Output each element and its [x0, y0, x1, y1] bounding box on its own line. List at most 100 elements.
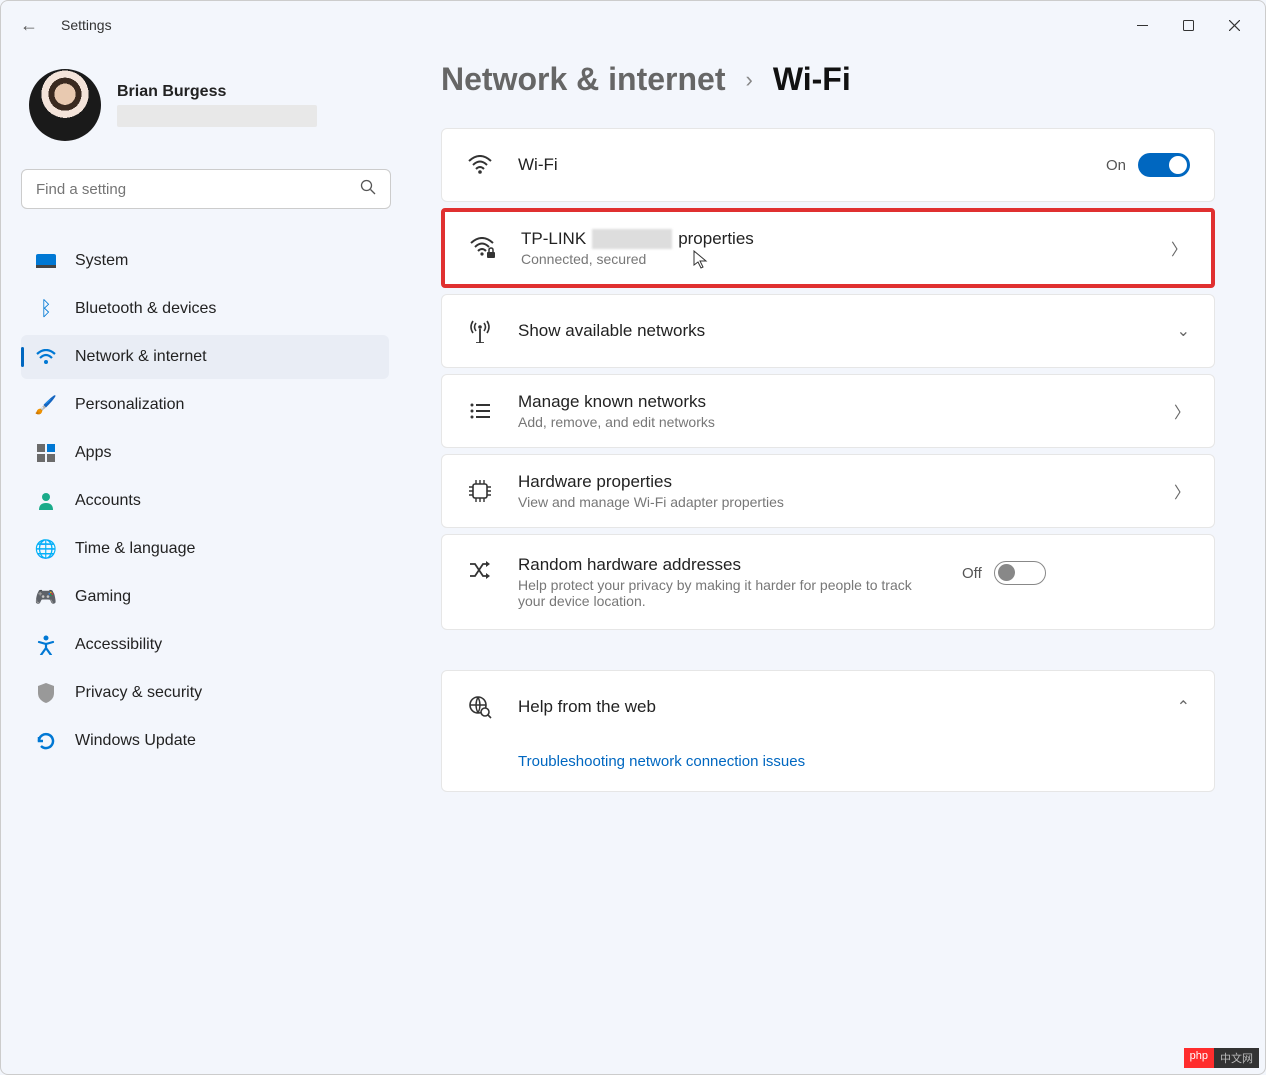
card-title: Hardware properties — [518, 472, 1150, 492]
sidebar-item-label: Windows Update — [75, 732, 196, 750]
sidebar-item-label: Personalization — [75, 396, 184, 414]
breadcrumb-current: Wi-Fi — [773, 61, 851, 98]
sidebar-item-label: Network & internet — [75, 348, 207, 366]
wifi-lock-icon — [469, 237, 497, 259]
search-input[interactable] — [36, 181, 360, 198]
chevron-right-icon: › — [745, 67, 752, 93]
maximize-button[interactable] — [1165, 9, 1211, 41]
update-icon — [35, 730, 57, 752]
card-title: Help from the web — [518, 697, 1153, 717]
badge-right: 中文网 — [1214, 1048, 1259, 1068]
ssid-prefix: TP-LINK — [521, 229, 586, 248]
sidebar-item-label: Accessibility — [75, 636, 162, 654]
app-title: Settings — [61, 17, 112, 33]
wifi-toggle-row[interactable]: Wi-Fi On — [442, 129, 1214, 201]
help-link-troubleshooting[interactable]: Troubleshooting network connection issue… — [518, 753, 805, 770]
shield-icon — [35, 682, 57, 704]
sidebar-item-label: Accounts — [75, 492, 141, 510]
wifi-toggle-card: Wi-Fi On — [441, 128, 1215, 202]
card-title: Random hardware addresses — [518, 555, 938, 575]
card-subtitle: View and manage Wi-Fi adapter properties — [518, 494, 1150, 510]
chevron-right-icon: 〉 — [1174, 399, 1190, 423]
random-addresses-row[interactable]: Random hardware addresses Help protect y… — [442, 535, 1214, 629]
gamepad-icon: 🎮 — [35, 586, 57, 608]
accessibility-icon — [35, 634, 57, 656]
wifi-icon — [466, 155, 494, 175]
shuffle-icon — [466, 561, 494, 579]
toggle-state-label: On — [1106, 157, 1126, 174]
search-box[interactable] — [21, 169, 391, 209]
sidebar-item-bluetooth[interactable]: ᛒ Bluetooth & devices — [21, 287, 389, 331]
available-networks-row[interactable]: Show available networks ⌄ — [442, 295, 1214, 367]
sidebar-item-apps[interactable]: Apps — [21, 431, 389, 475]
sidebar-item-label: Time & language — [75, 540, 195, 558]
window-controls — [1119, 9, 1257, 41]
available-networks-card: Show available networks ⌄ — [441, 294, 1215, 368]
minimize-button[interactable] — [1119, 9, 1165, 41]
random-addresses-card: Random hardware addresses Help protect y… — [441, 534, 1215, 630]
hardware-properties-card: Hardware properties View and manage Wi-F… — [441, 454, 1215, 528]
back-button[interactable]: ← — [9, 15, 49, 36]
card-subtitle: Help protect your privacy by making it h… — [518, 577, 938, 609]
globe-search-icon — [466, 695, 494, 719]
hardware-properties-row[interactable]: Hardware properties View and manage Wi-F… — [442, 455, 1214, 527]
avatar — [29, 69, 101, 141]
sidebar-item-label: Privacy & security — [75, 684, 202, 702]
close-icon — [1229, 20, 1240, 31]
main-content: Network & internet › Wi-Fi Wi-Fi On TP-L… — [401, 49, 1265, 1074]
sidebar-item-network[interactable]: Network & internet — [21, 335, 389, 379]
card-title: TP-LINK properties — [521, 229, 1147, 250]
bluetooth-icon: ᛒ — [35, 298, 57, 320]
toggle-state-label: Off — [962, 565, 982, 582]
network-properties-card: TP-LINK properties Connected, secured 〉 — [441, 208, 1215, 288]
sidebar: Brian Burgess System ᛒ Bluetooth & devic… — [1, 49, 401, 1074]
card-subtitle: Add, remove, and edit networks — [518, 414, 1150, 430]
chevron-down-icon: ⌄ — [1177, 321, 1190, 341]
help-card: Help from the web ⌃ Troubleshooting netw… — [441, 670, 1215, 792]
random-addresses-toggle[interactable] — [994, 561, 1046, 585]
chevron-right-icon: 〉 — [1171, 236, 1187, 260]
sidebar-item-time[interactable]: 🌐 Time & language — [21, 527, 389, 571]
title-suffix: properties — [678, 229, 754, 248]
user-name: Brian Burgess — [117, 83, 317, 101]
breadcrumb-parent[interactable]: Network & internet — [441, 61, 725, 98]
nav: System ᛒ Bluetooth & devices Network & i… — [21, 239, 389, 763]
ssid-redacted — [592, 229, 672, 249]
watermark-badge: php 中文网 — [1184, 1048, 1259, 1068]
chevron-right-icon: 〉 — [1174, 479, 1190, 503]
help-header-row[interactable]: Help from the web ⌃ — [442, 671, 1214, 743]
sidebar-item-label: Apps — [75, 444, 111, 462]
sidebar-item-accounts[interactable]: Accounts — [21, 479, 389, 523]
network-properties-row[interactable]: TP-LINK properties Connected, secured 〉 — [445, 212, 1211, 284]
sidebar-item-update[interactable]: Windows Update — [21, 719, 389, 763]
sidebar-item-gaming[interactable]: 🎮 Gaming — [21, 575, 389, 619]
card-title: Wi-Fi — [518, 155, 1082, 175]
brush-icon: 🖌️ — [35, 394, 57, 416]
known-networks-card: Manage known networks Add, remove, and e… — [441, 374, 1215, 448]
wifi-toggle[interactable] — [1138, 153, 1190, 177]
list-icon — [466, 403, 494, 419]
sidebar-item-label: System — [75, 252, 128, 270]
close-button[interactable] — [1211, 9, 1257, 41]
apps-icon — [35, 442, 57, 464]
sidebar-item-personalization[interactable]: 🖌️ Personalization — [21, 383, 389, 427]
system-icon — [35, 250, 57, 272]
user-email-redacted — [117, 105, 317, 127]
user-profile[interactable]: Brian Burgess — [21, 69, 389, 141]
sidebar-item-system[interactable]: System — [21, 239, 389, 283]
known-networks-row[interactable]: Manage known networks Add, remove, and e… — [442, 375, 1214, 447]
titlebar: ← Settings — [1, 1, 1265, 49]
sidebar-item-accessibility[interactable]: Accessibility — [21, 623, 389, 667]
search-icon — [360, 179, 376, 200]
wifi-icon — [35, 346, 57, 368]
minimize-icon — [1137, 25, 1148, 26]
antenna-icon — [466, 319, 494, 343]
card-title: Show available networks — [518, 321, 1153, 341]
sidebar-item-privacy[interactable]: Privacy & security — [21, 671, 389, 715]
sidebar-item-label: Gaming — [75, 588, 131, 606]
person-icon — [35, 490, 57, 512]
sidebar-item-label: Bluetooth & devices — [75, 300, 216, 318]
card-subtitle: Connected, secured — [521, 251, 1147, 267]
maximize-icon — [1183, 20, 1194, 31]
card-title: Manage known networks — [518, 392, 1150, 412]
